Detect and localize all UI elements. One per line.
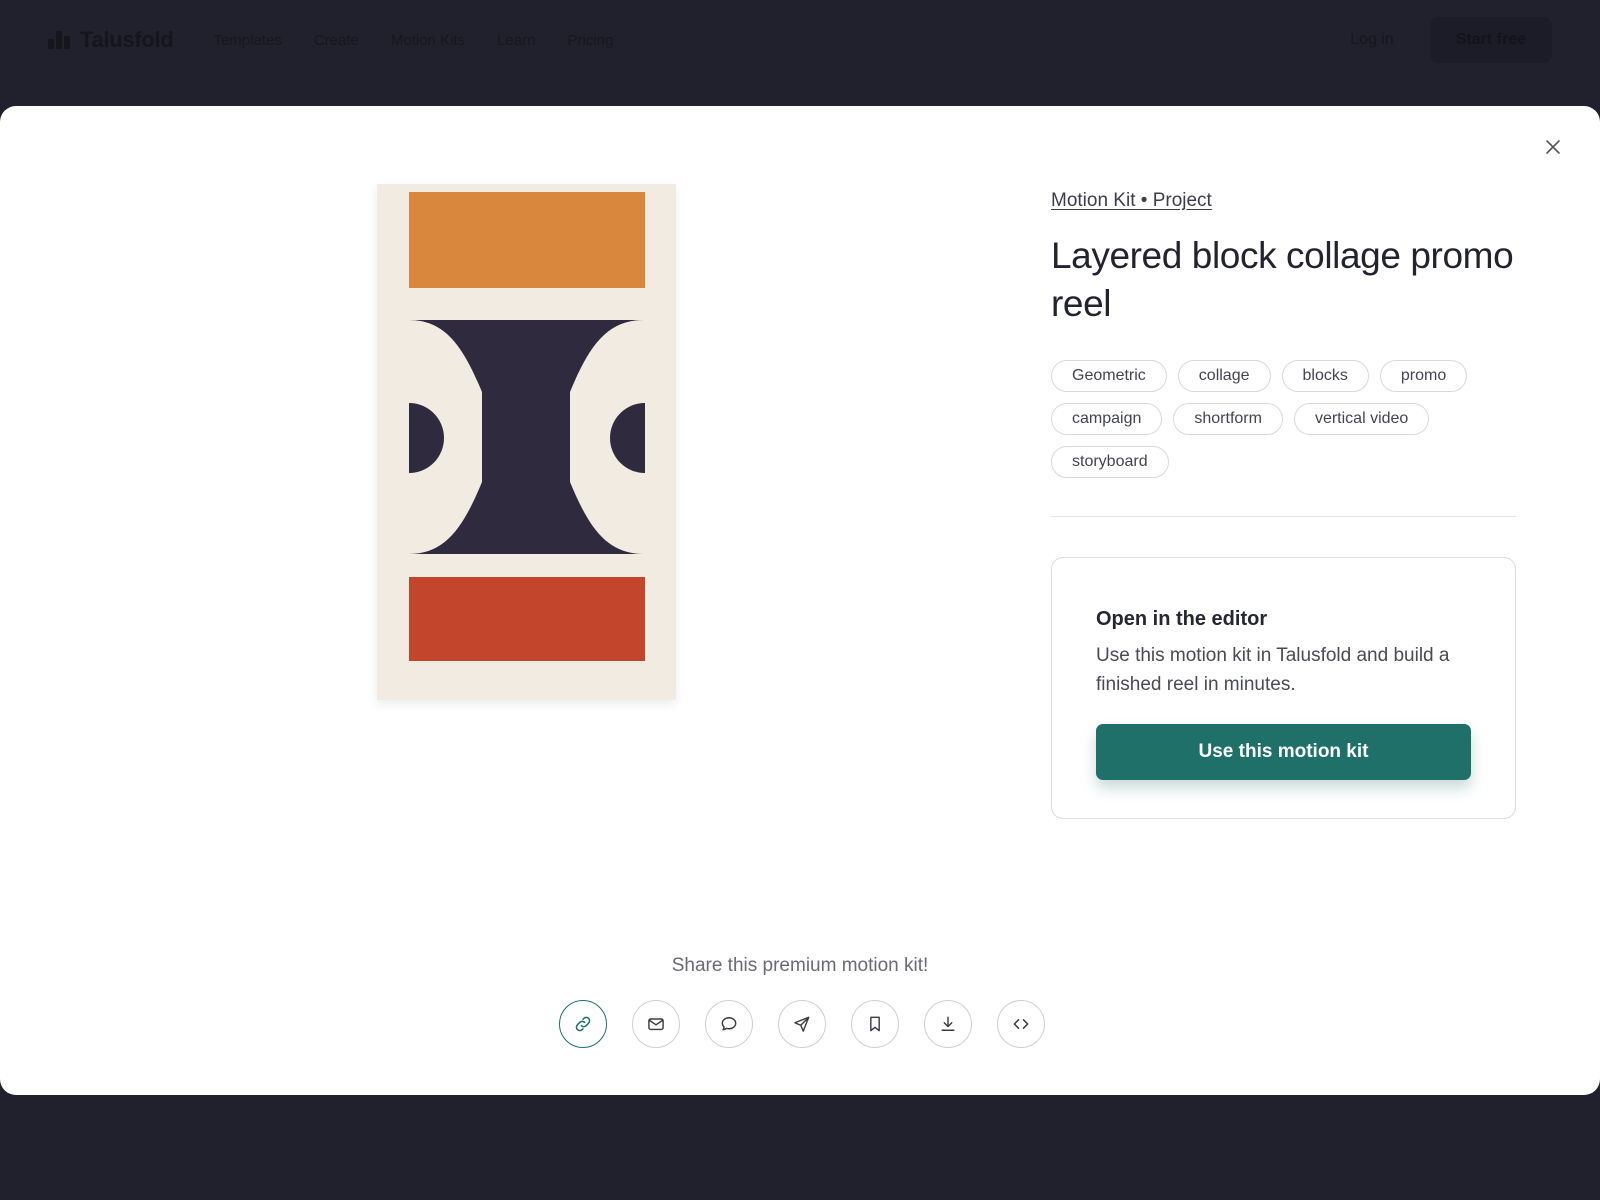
tag-blocks[interactable]: blocks [1281,360,1369,392]
preview-hourglass-bottom [409,482,644,554]
share-send-button[interactable] [778,1000,826,1048]
tag-campaign[interactable]: campaign [1051,403,1163,435]
share-buttons [559,1000,1045,1048]
kit-details: Motion Kit • Project Layered block colla… [1051,190,1516,517]
preview-left-half-circle [409,403,444,473]
nav-link-create[interactable]: Create [314,32,359,49]
share-message-button[interactable] [705,1000,753,1048]
tag-vertical-video[interactable]: vertical video [1293,403,1430,435]
nav-links: Templates Create Motion Kits Learn Prici… [213,32,613,49]
mail-icon [648,1018,664,1031]
close-button[interactable] [1538,132,1568,162]
start-free-button[interactable]: Start free [1429,17,1552,63]
download-icon [941,1016,955,1031]
bookmark-icon [870,1016,880,1032]
breadcrumb[interactable]: Motion Kit • Project [1051,190,1212,212]
preview-red-block [409,577,645,661]
open-in-editor-card: Open in the editor Use this motion kit i… [1051,557,1516,819]
nav-link-learn[interactable]: Learn [497,32,535,49]
share-bookmark-button[interactable] [851,1000,899,1048]
send-icon [794,1016,810,1032]
tag-list: Geometric collage blocks promo campaign … [1051,360,1516,478]
share-email-button[interactable] [632,1000,680,1048]
link-icon [575,1016,591,1032]
login-link[interactable]: Log in [1350,31,1394,49]
use-motion-kit-button[interactable]: Use this motion kit [1096,724,1471,780]
top-navigation: Talusfold Templates Create Motion Kits L… [0,0,1600,80]
share-download-button[interactable] [924,1000,972,1048]
nav-link-motion-kits[interactable]: Motion Kits [391,32,465,49]
brand-name: Talusfold [80,27,174,52]
tag-shortform[interactable]: shortform [1173,403,1283,435]
editor-card-heading: Open in the editor [1096,608,1268,630]
nav-link-pricing[interactable]: Pricing [567,32,613,49]
preview-hourglass-top [409,320,644,392]
page-title: Layered block collage promo reel [1051,235,1514,324]
nav-link-templates[interactable]: Templates [213,32,281,49]
editor-card-description: Use this motion kit in Talusfold and bui… [1096,645,1450,695]
brand[interactable]: Talusfold [48,27,174,53]
close-icon [1546,140,1560,154]
motion-kit-preview[interactable] [377,184,676,700]
preview-right-half-circle [610,403,645,473]
share-label: Share this premium motion kit! [671,955,929,976]
share-embed-button[interactable] [997,1000,1045,1048]
preview-artwork [409,192,645,661]
chat-bubble-icon [721,1017,737,1031]
share-copy-link-button[interactable] [559,1000,607,1048]
preview-center-block [482,392,570,482]
divider [1051,516,1516,517]
code-icon [1013,1019,1029,1029]
tag-storyboard[interactable]: storyboard [1051,446,1169,478]
preview-orange-block [409,192,645,288]
nav-actions: Log in Start free [1350,17,1552,63]
tag-geometric[interactable]: Geometric [1051,360,1167,392]
tag-collage[interactable]: collage [1177,360,1271,392]
brand-logo-icon [48,31,70,49]
tag-promo[interactable]: promo [1379,360,1468,392]
